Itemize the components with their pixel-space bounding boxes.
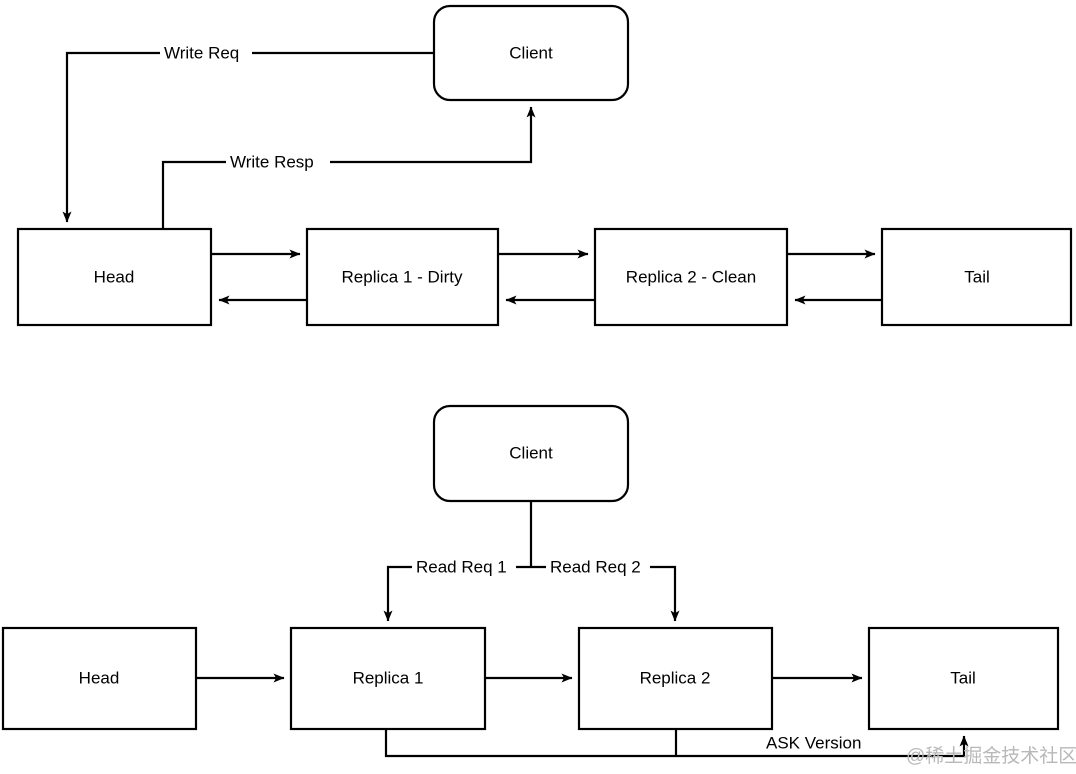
node-client-top-label: Client	[509, 43, 553, 62]
chain-replication-diagram: Client Head Replica 1 - Dirty Replica 2 …	[1, 4, 1076, 767]
watermark-text: @稀土掘金技术社区	[906, 745, 1076, 767]
node-replica1-dirty[interactable]: Replica 1 - Dirty	[305, 227, 500, 327]
node-head-bottom-label: Head	[79, 668, 120, 687]
node-tail-top[interactable]: Tail	[880, 227, 1073, 327]
node-replica2-bottom-label: Replica 2	[640, 668, 711, 687]
node-tail-bottom[interactable]: Tail	[867, 626, 1060, 731]
edge-label-read-req-2-text: Read Req 2	[550, 557, 641, 576]
edge-label-write-resp-text: Write Resp	[230, 152, 314, 171]
node-tail-bottom-label: Tail	[950, 668, 976, 687]
node-head-top[interactable]: Head	[16, 227, 213, 327]
node-head-top-label: Head	[94, 267, 135, 286]
node-tail-top-label: Tail	[964, 267, 990, 286]
edge-label-write-resp: Write Resp	[226, 152, 330, 173]
edge-label-write-req: Write Req	[160, 43, 252, 64]
node-replica1-bottom[interactable]: Replica 1	[289, 626, 487, 731]
edge-label-read-req-1-text: Read Req 1	[416, 557, 507, 576]
node-client-top[interactable]: Client	[432, 4, 630, 102]
edge-label-ask-version: ASK Version	[762, 733, 878, 754]
diagram-canvas: Client Head Replica 1 - Dirty Replica 2 …	[0, 0, 1076, 774]
edge-write-req	[62, 51, 434, 223]
node-client-bottom-label: Client	[509, 443, 553, 462]
node-replica1-bottom-label: Replica 1	[353, 668, 424, 687]
edge-label-read-req-1: Read Req 1	[412, 557, 516, 578]
node-replica2-clean-label: Replica 2 - Clean	[626, 267, 756, 286]
node-client-bottom[interactable]: Client	[432, 404, 630, 503]
node-replica1-dirty-label: Replica 1 - Dirty	[342, 267, 463, 286]
edge-label-write-req-text: Write Req	[164, 43, 239, 62]
node-replica2-bottom[interactable]: Replica 2	[577, 626, 774, 731]
edge-label-read-req-2: Read Req 2	[546, 557, 650, 578]
edge-label-ask-version-text: ASK Version	[766, 733, 861, 752]
node-replica2-clean[interactable]: Replica 2 - Clean	[593, 227, 789, 327]
node-head-bottom[interactable]: Head	[1, 626, 198, 731]
edge-write-resp	[161, 106, 536, 229]
